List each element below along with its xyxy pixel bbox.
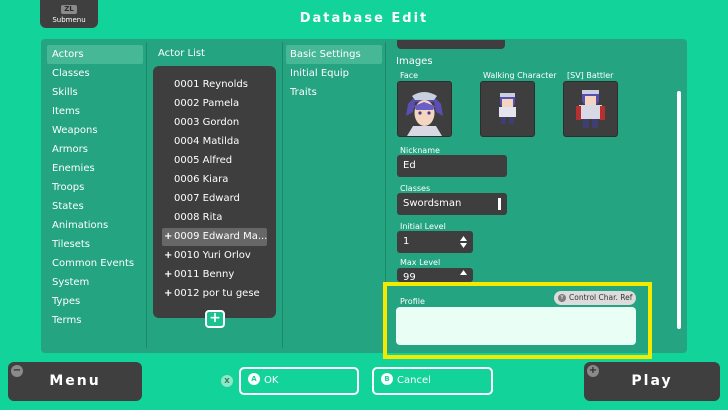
b-key-icon: B bbox=[381, 373, 393, 385]
initial-level-label: Initial Level bbox=[400, 222, 446, 231]
category-items[interactable]: Items bbox=[47, 102, 143, 121]
stepper-arrows-icon bbox=[460, 270, 467, 275]
actor-list-item[interactable]: 0001 Reynolds bbox=[162, 76, 267, 94]
actor-list-item[interactable]: 0008 Rita bbox=[162, 209, 267, 227]
plus-key-icon: + bbox=[587, 365, 599, 377]
cancel-label: Cancel bbox=[397, 375, 431, 386]
name-field[interactable] bbox=[397, 40, 505, 49]
tab-basic-settings[interactable]: Basic Settings bbox=[286, 45, 382, 64]
play-label: Play bbox=[631, 373, 673, 389]
category-system[interactable]: System bbox=[47, 273, 143, 292]
stepper-arrows-icon bbox=[460, 236, 467, 248]
category-classes[interactable]: Classes bbox=[47, 64, 143, 83]
actor-list-item[interactable]: 0003 Gordon bbox=[162, 114, 267, 132]
face-image-picker[interactable] bbox=[397, 81, 452, 137]
category-armors[interactable]: Armors bbox=[47, 140, 143, 159]
battler-picker[interactable] bbox=[563, 81, 618, 137]
nickname-label: Nickname bbox=[400, 146, 440, 155]
play-button[interactable]: + Play bbox=[584, 362, 720, 401]
initial-level-value: 1 bbox=[403, 236, 410, 247]
class-label: Classes bbox=[400, 184, 431, 193]
actor-list-item[interactable]: 0004 Matilda bbox=[162, 133, 267, 151]
images-section-label: Images bbox=[396, 56, 433, 67]
ok-button[interactable]: A OK bbox=[239, 367, 359, 395]
scrollbar[interactable] bbox=[677, 91, 681, 329]
cancel-button[interactable]: B Cancel bbox=[372, 367, 493, 395]
plus-icon: + bbox=[164, 231, 173, 242]
category-troops[interactable]: Troops bbox=[47, 178, 143, 197]
actor-list-item[interactable]: 0005 Alfred bbox=[162, 152, 267, 170]
actor-list-item[interactable]: 0002 Pamela bbox=[162, 95, 267, 113]
category-terms[interactable]: Terms bbox=[47, 311, 143, 330]
category-animations[interactable]: Animations bbox=[47, 216, 143, 235]
plus-icon: + bbox=[164, 250, 173, 261]
a-key-icon: A bbox=[248, 373, 260, 385]
tab-traits[interactable]: Traits bbox=[286, 83, 382, 102]
menu-label: Menu bbox=[49, 373, 101, 389]
minus-key-icon: − bbox=[11, 365, 23, 377]
actor-list-label: Actor List bbox=[158, 48, 205, 59]
actor-list-item[interactable]: +0012 por tu gese bbox=[162, 285, 267, 303]
page-title: Database Edit bbox=[299, 11, 429, 26]
tab-initial-equip[interactable]: Initial Equip bbox=[286, 64, 382, 83]
category-actors[interactable]: Actors bbox=[47, 45, 143, 64]
category-enemies[interactable]: Enemies bbox=[47, 159, 143, 178]
ok-label: OK bbox=[264, 375, 279, 386]
category-list: Actors Classes Skills Items Weapons Armo… bbox=[47, 45, 143, 330]
walking-character-label: Walking Character bbox=[483, 71, 557, 80]
category-common-events[interactable]: Common Events bbox=[47, 254, 143, 273]
settings-tabs: Basic Settings Initial Equip Traits bbox=[286, 45, 382, 102]
battler-sprite-icon bbox=[576, 90, 605, 128]
nickname-input[interactable]: Ed bbox=[397, 155, 507, 177]
dropdown-indicator-icon bbox=[498, 198, 501, 210]
category-states[interactable]: States bbox=[47, 197, 143, 216]
actor-list-item[interactable]: 0007 Edward bbox=[162, 190, 267, 208]
category-tilesets[interactable]: Tilesets bbox=[47, 235, 143, 254]
actor-list-item[interactable]: 0006 Kiara bbox=[162, 171, 267, 189]
category-weapons[interactable]: Weapons bbox=[47, 121, 143, 140]
max-level-stepper[interactable]: 99 bbox=[397, 268, 473, 282]
class-select[interactable]: Swordsman bbox=[397, 193, 507, 215]
battler-label: [SV] Battler bbox=[567, 71, 614, 80]
category-types[interactable]: Types bbox=[47, 292, 143, 311]
face-label: Face bbox=[400, 71, 419, 80]
max-level-value: 99 bbox=[403, 272, 416, 282]
category-skills[interactable]: Skills bbox=[47, 83, 143, 102]
divider bbox=[282, 42, 283, 348]
plus-icon: + bbox=[164, 269, 173, 280]
face-portrait-icon bbox=[406, 92, 443, 136]
highlight-frame bbox=[383, 282, 652, 359]
divider bbox=[146, 42, 147, 348]
walking-character-picker[interactable] bbox=[480, 81, 535, 137]
actor-list-item[interactable]: +0010 Yuri Orlov bbox=[162, 247, 267, 265]
x-key-icon: X bbox=[221, 375, 233, 387]
max-level-label: Max Level bbox=[400, 258, 441, 267]
plus-icon: + bbox=[164, 288, 173, 299]
menu-button[interactable]: − Menu bbox=[8, 362, 142, 401]
walking-sprite-icon bbox=[499, 93, 516, 124]
initial-level-stepper[interactable]: 1 bbox=[397, 231, 473, 253]
add-actor-button[interactable]: + bbox=[205, 310, 225, 328]
actor-list-item-selected[interactable]: +0009 Edward Ma... bbox=[162, 228, 267, 246]
class-value: Swordsman bbox=[403, 198, 462, 209]
actor-list: 0001 Reynolds 0002 Pamela 0003 Gordon 00… bbox=[153, 66, 276, 318]
actor-list-item[interactable]: +0011 Benny bbox=[162, 266, 267, 284]
